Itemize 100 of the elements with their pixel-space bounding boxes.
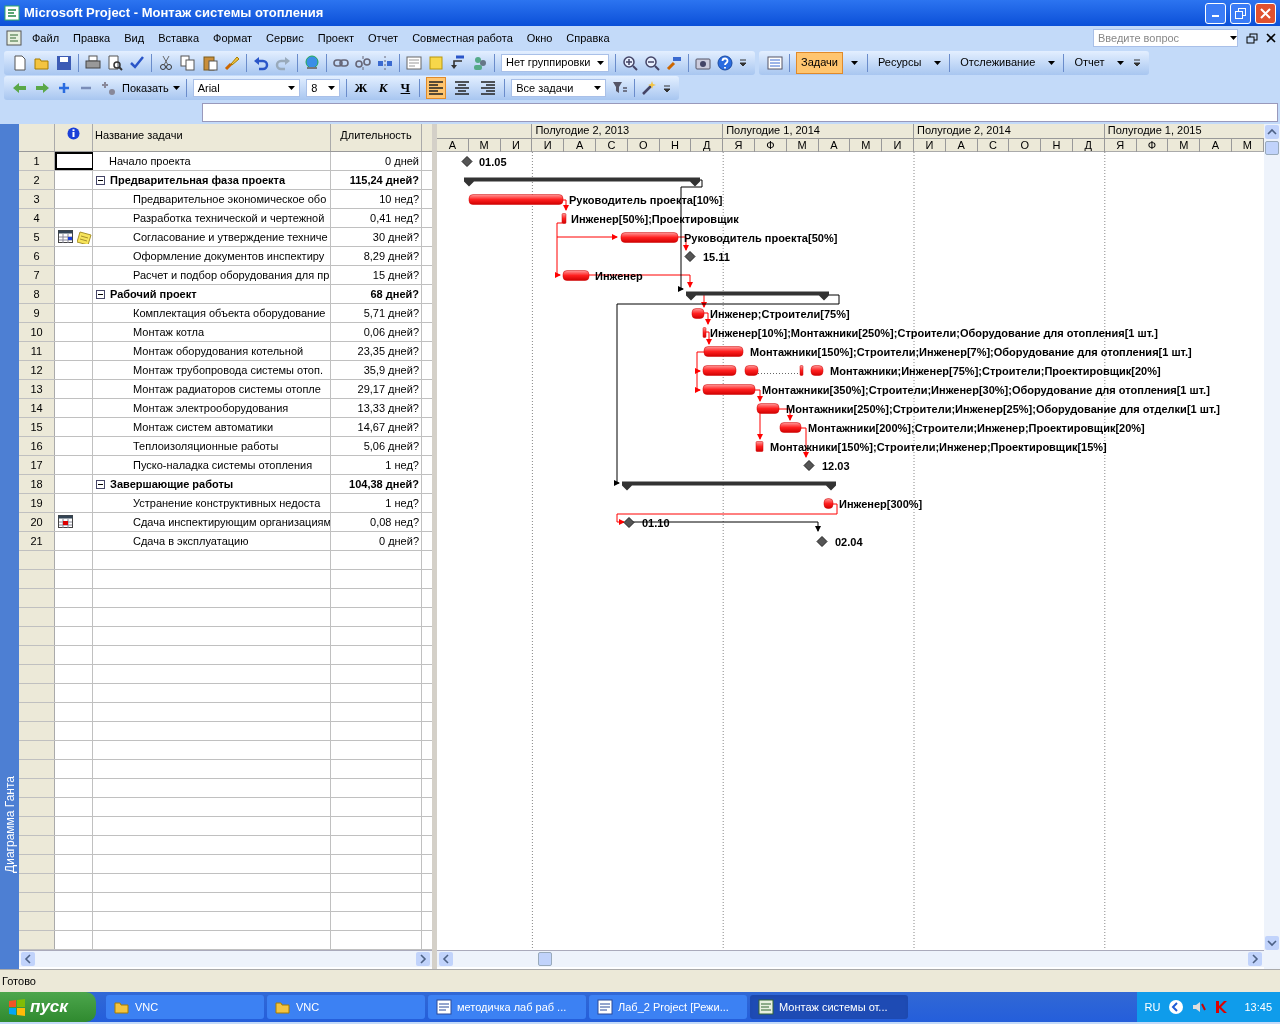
summary-bar[interactable]	[622, 481, 836, 491]
row-number[interactable]: 2	[19, 171, 55, 189]
help-search-field[interactable]: Введите вопрос	[1093, 29, 1238, 47]
menu-item[interactable]: Проект	[317, 29, 354, 47]
menu-item[interactable]: Отчет	[368, 29, 399, 47]
task-bar[interactable]	[702, 327, 707, 338]
row-number[interactable]: 7	[19, 266, 55, 284]
row-number[interactable]: 17	[19, 456, 55, 474]
menu-item[interactable]: Справка	[566, 29, 610, 47]
show-dropdown-button[interactable]: Показать	[122, 78, 180, 98]
scroll-down-icon[interactable]	[1265, 936, 1279, 950]
row-number[interactable]: 9	[19, 304, 55, 322]
menu-item[interactable]: Окно	[526, 29, 553, 47]
collapse-toggle[interactable]	[96, 289, 105, 299]
guide-dropdown-button[interactable]: Ресурсы	[873, 51, 926, 74]
split-task-bar[interactable]	[702, 365, 824, 376]
scroll-left-icon[interactable]	[439, 952, 453, 966]
row-number[interactable]: 11	[19, 342, 55, 360]
taskbar-button[interactable]: методичка лаб раб ...	[428, 995, 586, 1019]
taskbar-button[interactable]: VNC	[106, 995, 264, 1019]
close-button[interactable]	[1255, 2, 1276, 24]
scroll-up-icon[interactable]	[1265, 125, 1279, 139]
align-left-button[interactable]	[426, 77, 447, 99]
task-bar[interactable]	[702, 384, 756, 395]
guide-dropdown-button[interactable]: Задачи	[796, 51, 843, 74]
scroll-right-icon[interactable]	[416, 952, 430, 966]
start-button[interactable]: пуск	[0, 992, 96, 1022]
taskbar-button[interactable]: Лаб_2 Project [Режи...	[589, 995, 747, 1019]
close-icon[interactable]	[1266, 33, 1276, 43]
speaker-icon[interactable]	[1192, 1000, 1207, 1014]
row-number[interactable]: 13	[19, 380, 55, 398]
scroll-right-icon[interactable]	[1248, 952, 1262, 966]
menu-item[interactable]: Файл	[32, 29, 60, 47]
row-number[interactable]: 15	[19, 418, 55, 436]
task-bar[interactable]	[468, 194, 564, 205]
milestone-diamond[interactable]	[803, 460, 815, 471]
row-number[interactable]: 1	[19, 152, 55, 170]
underline-button[interactable]: Ч	[397, 78, 414, 98]
row-number[interactable]: 16	[19, 437, 55, 455]
scroll-thumb[interactable]	[1265, 141, 1279, 155]
row-number[interactable]: 6	[19, 247, 55, 265]
row-number[interactable]: 8	[19, 285, 55, 303]
summary-bar[interactable]	[464, 177, 700, 187]
grouping-dropdown[interactable]: Нет группировки	[501, 53, 609, 72]
horizontal-scrollbar[interactable]	[19, 950, 432, 967]
guide-dropdown-button[interactable]: Отслеживание	[956, 51, 1040, 74]
horizontal-scrollbar[interactable]	[437, 950, 1264, 967]
font-size-dropdown[interactable]: 8	[306, 79, 340, 97]
vertical-scrollbar[interactable]	[1264, 124, 1280, 969]
restore-window-icon[interactable]	[1246, 32, 1258, 44]
task-bar[interactable]	[823, 498, 834, 509]
menu-item[interactable]: Правка	[73, 29, 111, 47]
italic-button[interactable]: К	[374, 78, 392, 98]
task-bar[interactable]	[756, 403, 780, 414]
task-bar[interactable]	[562, 270, 590, 281]
guide-dropdown-button[interactable]: Отчет	[1070, 51, 1109, 74]
row-number[interactable]: 10	[19, 323, 55, 341]
scroll-thumb[interactable]	[538, 952, 552, 966]
copy-button[interactable]	[180, 52, 196, 73]
column-header[interactable]: Длительность	[331, 124, 422, 151]
row-number[interactable]: 14	[19, 399, 55, 417]
restore-button[interactable]	[1230, 2, 1251, 24]
summary-bar[interactable]	[686, 291, 829, 301]
row-number[interactable]: 4	[19, 209, 55, 227]
row-number[interactable]: 19	[19, 494, 55, 512]
collapse-toggle[interactable]	[96, 479, 105, 489]
font-dropdown[interactable]: Arial	[192, 79, 301, 97]
minimize-button[interactable]	[1205, 2, 1226, 24]
task-bar[interactable]	[703, 346, 744, 357]
selected-cell[interactable]	[55, 152, 93, 170]
row-number[interactable]: 5	[19, 228, 55, 246]
help-search-input[interactable]: Введите вопрос	[1094, 30, 1230, 46]
row-number[interactable]: 20	[19, 513, 55, 531]
milestone-diamond[interactable]	[461, 156, 473, 167]
column-header[interactable]: Название задачи	[93, 124, 331, 151]
collapse-toggle[interactable]	[96, 175, 105, 185]
chevron-icon[interactable]	[1168, 999, 1185, 1015]
menu-item[interactable]: Сервис	[266, 29, 304, 47]
scroll-left-icon[interactable]	[21, 952, 35, 966]
row-number[interactable]: 18	[19, 475, 55, 493]
milestone-diamond[interactable]	[816, 536, 828, 547]
row-number[interactable]: 12	[19, 361, 55, 379]
taskbar-button[interactable]: Монтаж системы от...	[750, 995, 908, 1019]
menu-item[interactable]: Вид	[124, 29, 145, 47]
print-preview-button[interactable]	[107, 52, 123, 73]
milestone-diamond[interactable]	[623, 517, 635, 528]
milestone-diamond[interactable]	[684, 251, 696, 262]
task-bar[interactable]	[620, 232, 679, 243]
menu-item[interactable]: Вставка	[158, 29, 199, 47]
task-bar[interactable]	[755, 441, 764, 452]
menu-item[interactable]: Формат	[213, 29, 253, 47]
task-bar[interactable]	[779, 422, 802, 433]
taskbar-button[interactable]: VNC	[267, 995, 425, 1019]
row-number[interactable]: 3	[19, 190, 55, 208]
menu-item[interactable]: Совместная работа	[412, 29, 513, 47]
help-button[interactable]	[717, 52, 733, 73]
bold-button[interactable]: Ж	[352, 78, 369, 98]
task-bar[interactable]	[691, 308, 705, 319]
filter-dropdown[interactable]: Все задачи	[511, 79, 607, 97]
row-number[interactable]: 21	[19, 532, 55, 550]
